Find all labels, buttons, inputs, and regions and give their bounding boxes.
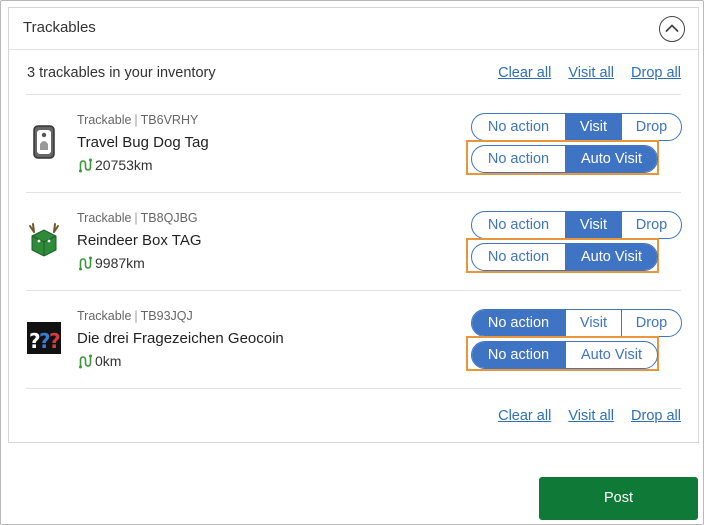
drop-all-link[interactable]: Drop all <box>631 65 681 81</box>
reindeer-box-icon <box>29 223 59 257</box>
visit-all-link[interactable]: Visit all <box>568 408 614 424</box>
divider <box>26 388 681 389</box>
route-icon <box>79 354 92 369</box>
distance-value: 9987km <box>95 255 145 271</box>
trackable-code: TB6VRHY <box>140 113 199 127</box>
inventory-summary: 3 trackables in your inventory <box>27 65 216 81</box>
trackable-meta: Trackable | TB93JQJ <box>77 309 193 323</box>
post-button[interactable]: Post <box>539 477 698 520</box>
visit-option[interactable]: Visit <box>565 212 621 238</box>
no-action-option[interactable]: No action <box>472 342 565 368</box>
svg-text:?: ? <box>49 329 61 353</box>
no-action-option[interactable]: No action <box>472 212 565 238</box>
trackable-name: Die drei Fragezeichen Geocoin <box>77 330 284 347</box>
clear-all-link[interactable]: Clear all <box>498 65 551 81</box>
clear-all-link[interactable]: Clear all <box>498 408 551 424</box>
chevron-up-icon <box>665 24 679 32</box>
auto-visit-option[interactable]: Auto Visit <box>565 146 657 172</box>
collapse-button[interactable] <box>659 16 685 42</box>
question-marks-icon: ? ? ? <box>27 322 61 354</box>
route-icon <box>79 158 92 173</box>
trackable-distance: 9987km <box>77 255 145 271</box>
trackables-panel: Trackables 3 trackables in your inventor… <box>8 7 699 443</box>
drop-option[interactable]: Drop <box>621 114 681 140</box>
auto-visit-option[interactable]: Auto Visit <box>565 244 657 270</box>
action-selector: No action Visit Drop <box>471 211 682 239</box>
bulk-links-bottom: Clear all Visit all Drop all <box>485 408 681 424</box>
action-selector: No action Visit Drop <box>471 113 682 141</box>
trackable-type: Trackable <box>77 211 132 225</box>
trackable-row: Trackable | TB6VRHY Travel Bug Dog Tag 207… <box>9 94 698 192</box>
no-action-option[interactable]: No action <box>472 310 565 336</box>
visit-option[interactable]: Visit <box>565 310 621 336</box>
dog-tag-icon <box>33 125 55 159</box>
visit-all-link[interactable]: Visit all <box>568 65 614 81</box>
panel-header: Trackables <box>9 8 698 50</box>
route-icon <box>79 256 92 271</box>
no-action-option[interactable]: No action <box>472 146 565 172</box>
bulk-links-top: Clear all Visit all Drop all <box>485 65 681 81</box>
auto-visit-selector: No action Auto Visit <box>471 145 658 173</box>
drop-option[interactable]: Drop <box>621 212 681 238</box>
trackable-name: Reindeer Box TAG <box>77 232 202 249</box>
trackable-type: Trackable <box>77 309 132 323</box>
drop-option[interactable]: Drop <box>621 310 681 336</box>
auto-visit-selector: No action Auto Visit <box>471 243 658 271</box>
dialog-frame: Trackables 3 trackables in your inventor… <box>0 0 704 525</box>
no-action-option[interactable]: No action <box>472 244 565 270</box>
distance-value: 20753km <box>95 157 153 173</box>
trackable-code: TB8QJBG <box>140 211 198 225</box>
no-action-option[interactable]: No action <box>472 114 565 140</box>
trackable-code: TB93JQJ <box>140 309 193 323</box>
auto-visit-option[interactable]: Auto Visit <box>565 342 657 368</box>
trackable-row: ? ? ? Trackable | TB93JQJ Die drei Frageze… <box>9 290 698 388</box>
trackable-distance: 0km <box>77 353 121 369</box>
visit-option[interactable]: Visit <box>565 114 621 140</box>
distance-value: 0km <box>95 353 122 369</box>
trackable-row: Trackable | TB8QJBG Reindeer Box TAG 9987k… <box>9 192 698 290</box>
trackable-name: Travel Bug Dog Tag <box>77 134 209 151</box>
trackable-distance: 20753km <box>77 157 153 173</box>
drop-all-link[interactable]: Drop all <box>631 408 681 424</box>
trackable-meta: Trackable | TB8QJBG <box>77 211 198 225</box>
panel-title: Trackables <box>23 19 96 36</box>
auto-visit-selector: No action Auto Visit <box>471 341 658 369</box>
trackable-meta: Trackable | TB6VRHY <box>77 113 199 127</box>
action-selector: No action Visit Drop <box>471 309 682 337</box>
trackable-type: Trackable <box>77 113 132 127</box>
